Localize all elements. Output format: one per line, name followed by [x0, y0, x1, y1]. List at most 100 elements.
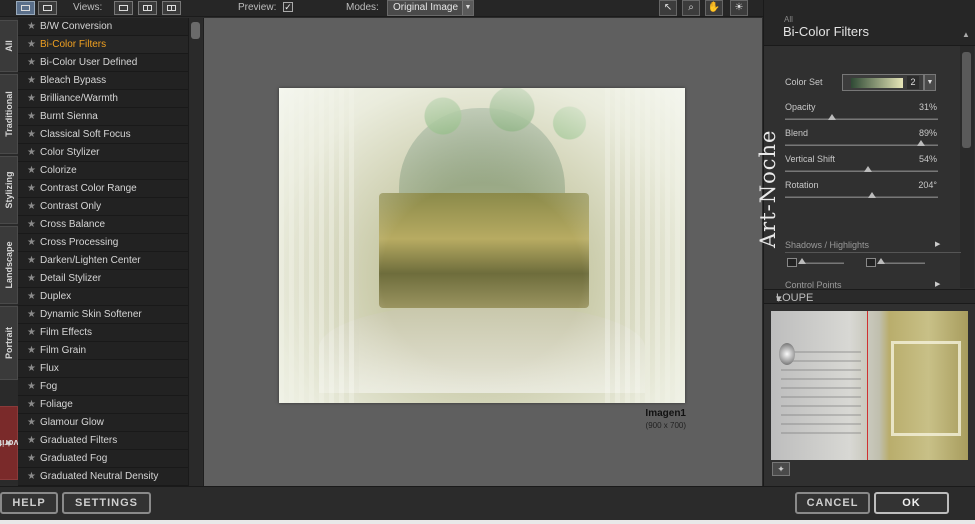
highlights-slider[interactable] [877, 258, 925, 264]
filter-item[interactable]: ★ Film Effects [18, 324, 188, 342]
star-icon[interactable]: ★ [27, 36, 36, 54]
star-icon[interactable]: ★ [27, 126, 36, 144]
modes-select[interactable]: Original Image ▼ [387, 0, 474, 16]
shadows-swatch[interactable] [787, 258, 797, 267]
panel-scrollbar-thumb[interactable] [962, 52, 971, 148]
filter-item[interactable]: ★ B/W Conversion [18, 18, 188, 36]
filter-item[interactable]: ★ Contrast Color Range [18, 180, 188, 198]
settings-button[interactable]: SETTINGS [62, 492, 151, 514]
preview-image[interactable] [279, 88, 685, 403]
filter-item[interactable]: ★ Fog [18, 378, 188, 396]
filter-item[interactable]: ★ Bleach Bypass [18, 72, 188, 90]
star-icon[interactable]: ★ [27, 360, 36, 378]
filter-item[interactable]: ★ Classical Soft Focus [18, 126, 188, 144]
filter-item[interactable]: ★ Duplex [18, 288, 188, 306]
star-icon[interactable]: ★ [27, 216, 36, 234]
scrollbar-thumb[interactable] [191, 22, 200, 39]
zoom-tool-button[interactable]: ⌕ [682, 0, 700, 16]
highlights-slider-knob[interactable] [877, 258, 885, 264]
filter-item[interactable]: ★ Bi-Color Filters [18, 36, 188, 54]
filter-item[interactable]: ★ Cross Processing [18, 234, 188, 252]
ok-button[interactable]: OK [874, 492, 949, 514]
shadows-highlights-section[interactable]: Shadows / Highlights ▶ [785, 240, 961, 253]
star-icon[interactable]: ★ [27, 108, 36, 126]
rotation-slider-knob[interactable] [868, 192, 877, 198]
opacity-slider[interactable] [785, 114, 938, 120]
filter-item[interactable]: ★ Flux [18, 360, 188, 378]
panel-scrollbar[interactable]: ▲ [960, 30, 974, 288]
vertical-shift-slider[interactable] [785, 166, 938, 172]
star-icon[interactable]: ★ [27, 18, 36, 36]
filter-item[interactable]: ★ Graduated Fog [18, 450, 188, 468]
filter-item[interactable]: ★ Glamour Glow [18, 414, 188, 432]
filter-list-scrollbar[interactable] [188, 18, 202, 486]
list-view-button[interactable] [38, 1, 57, 15]
rotation-slider[interactable] [785, 192, 938, 198]
star-icon[interactable]: ★ [27, 198, 36, 216]
scroll-up-icon[interactable]: ▲ [962, 30, 970, 39]
star-icon[interactable]: ★ [27, 270, 36, 288]
split-view-button[interactable] [138, 1, 157, 15]
color-set-select[interactable]: 2 ▼ [842, 74, 936, 91]
hand-tool-button[interactable]: ✋ [705, 0, 723, 16]
star-icon[interactable]: ★ [27, 252, 36, 270]
filter-item[interactable]: ★ Dynamic Skin Softener [18, 306, 188, 324]
pointer-tool-button[interactable]: ↖ [659, 0, 677, 16]
light-tool-button[interactable]: ☀ [730, 0, 748, 16]
opacity-slider-knob[interactable] [828, 114, 837, 120]
blend-slider-knob[interactable] [917, 140, 926, 146]
loupe-view[interactable] [771, 311, 968, 460]
filter-item[interactable]: ★ Graduated Neutral Density [18, 468, 188, 486]
star-icon[interactable]: ★ [27, 306, 36, 324]
tab-all[interactable]: All [0, 20, 18, 72]
vertical-shift-slider-knob[interactable] [863, 166, 872, 172]
star-icon[interactable]: ★ [27, 396, 36, 414]
filter-item[interactable]: ★ Foliage [18, 396, 188, 414]
filter-item[interactable]: ★ Detail Stylizer [18, 270, 188, 288]
help-button[interactable]: HELP [0, 492, 58, 514]
star-icon[interactable]: ★ [27, 450, 36, 468]
star-icon[interactable]: ★ [27, 54, 36, 72]
highlights-swatch[interactable] [866, 258, 876, 267]
filter-item[interactable]: ★ Color Stylizer [18, 144, 188, 162]
filter-item[interactable]: ★ Darken/Lighten Center [18, 252, 188, 270]
shadows-slider[interactable] [798, 258, 844, 264]
star-icon[interactable]: ★ [27, 180, 36, 198]
tab-traditional[interactable]: Traditional [0, 74, 18, 154]
chevron-down-icon[interactable]: ▼ [924, 74, 936, 91]
star-icon[interactable]: ★ [27, 90, 36, 108]
filter-item[interactable]: ★ Burnt Sienna [18, 108, 188, 126]
filter-item[interactable]: ★ Brilliance/Warmth [18, 90, 188, 108]
star-icon[interactable]: ★ [27, 414, 36, 432]
star-icon[interactable]: ★ [27, 378, 36, 396]
star-icon[interactable]: ★ [27, 234, 36, 252]
star-icon[interactable]: ★ [27, 288, 36, 306]
preview-checkbox[interactable]: ✓ [283, 2, 293, 12]
control-points-section[interactable]: Control Points ▶ [785, 280, 961, 289]
tab-portrait[interactable]: Portrait [0, 306, 18, 380]
single-view-button[interactable] [16, 1, 35, 15]
loupe-pin-button[interactable]: ✦ [772, 462, 790, 476]
filter-item[interactable]: ★ Contrast Only [18, 198, 188, 216]
tab-favorites[interactable]: ★ Favorites [0, 406, 29, 480]
loupe-header[interactable]: ▾ LOUPE [764, 289, 975, 305]
tab-landscape[interactable]: Landscape [0, 226, 18, 304]
filter-item[interactable]: ★ Bi-Color User Defined [18, 54, 188, 72]
cancel-button[interactable]: CANCEL [795, 492, 870, 514]
side-by-side-view-button[interactable] [162, 1, 181, 15]
star-icon[interactable]: ★ [27, 432, 36, 450]
blend-slider[interactable] [785, 140, 938, 146]
filter-item[interactable]: ★ Graduated Filters [18, 432, 188, 450]
shadows-slider-knob[interactable] [798, 258, 806, 264]
star-icon[interactable]: ★ [27, 342, 36, 360]
filter-item[interactable]: ★ Film Grain [18, 342, 188, 360]
star-icon[interactable]: ★ [27, 468, 36, 486]
star-icon[interactable]: ★ [27, 144, 36, 162]
star-icon[interactable]: ★ [27, 162, 36, 180]
tab-stylizing[interactable]: Stylizing [0, 156, 18, 224]
star-icon[interactable]: ★ [27, 324, 36, 342]
filter-item[interactable]: ★ Cross Balance [18, 216, 188, 234]
star-icon[interactable]: ★ [27, 72, 36, 90]
full-view-button[interactable] [114, 1, 133, 15]
filter-item[interactable]: ★ Colorize [18, 162, 188, 180]
